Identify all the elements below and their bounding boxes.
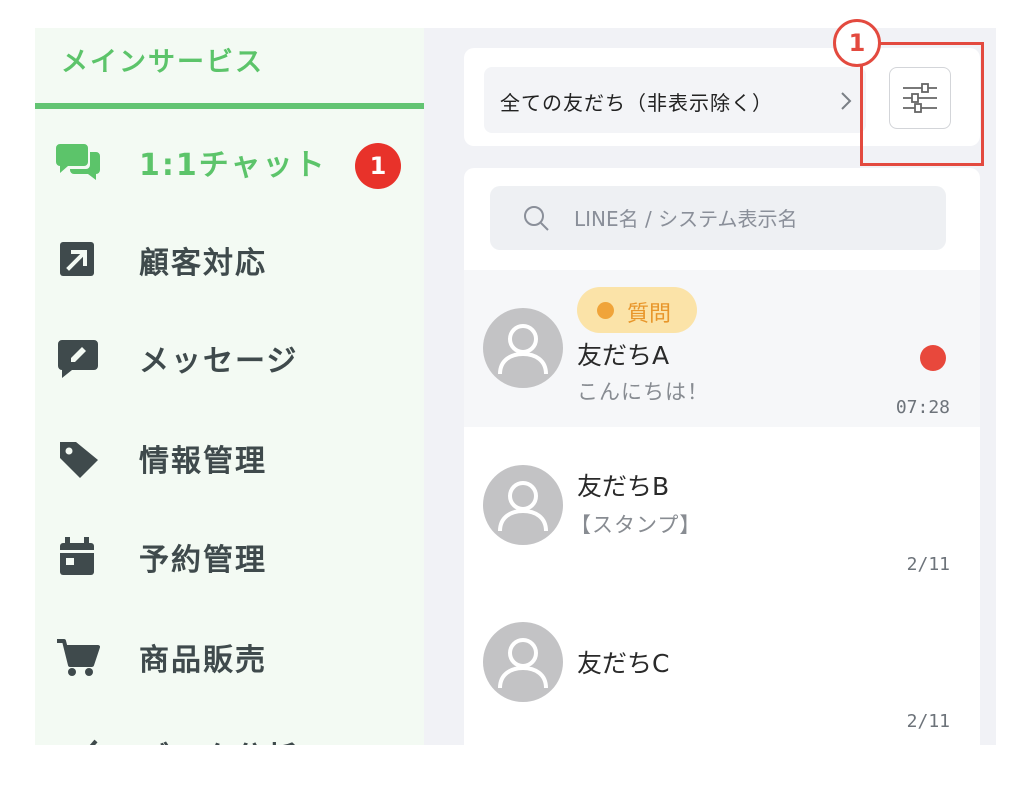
search-box	[490, 186, 946, 250]
sidebar-item-label: 1:1チャット	[139, 148, 327, 183]
chevron-right-icon	[836, 89, 856, 113]
sidebar-item-customer-support[interactable]: 顧客対応	[35, 228, 424, 288]
sidebar-item-label: データ分析	[139, 733, 299, 745]
sidebar-item-chat[interactable]: 1:1チャット 1	[35, 130, 424, 190]
chat-name: 友だちA	[577, 341, 670, 370]
chat-name: 友だちC	[577, 649, 670, 678]
sidebar-title-underline	[35, 103, 424, 109]
sidebar-item-label: 予約管理	[139, 543, 267, 578]
chat-bubbles-icon	[56, 142, 100, 182]
avatar	[483, 308, 563, 388]
sidebar-item-label: 情報管理	[139, 444, 267, 479]
sidebar-item-label: 商品販売	[139, 643, 267, 678]
sidebar-item-data-analysis[interactable]: データ分析	[35, 723, 424, 745]
highlight-box	[860, 42, 984, 166]
arrow-up-right-icon	[56, 240, 100, 280]
search-icon	[524, 206, 549, 231]
sidebar-item-label: 顧客対応	[139, 246, 267, 281]
chat-row[interactable]: 質問 友だちA こんにちは！ 07:28	[464, 270, 980, 427]
chat-preview: こんにちは！	[577, 380, 709, 404]
chat-time: 07:28	[895, 397, 950, 418]
calendar-icon	[56, 537, 100, 577]
chat-row[interactable]: 友だちC 2/11	[464, 584, 980, 741]
chat-list: 質問 友だちA こんにちは！ 07:28 友だちB 【スタンプ】 2/11	[464, 168, 980, 745]
chart-icon	[56, 735, 100, 745]
avatar	[483, 622, 563, 702]
chat-name: 友だちB	[577, 472, 670, 501]
sidebar-item-reservation[interactable]: 予約管理	[35, 525, 424, 585]
avatar	[483, 465, 563, 545]
message-edit-icon	[56, 338, 100, 378]
status-tag: 質問	[577, 287, 697, 333]
cart-icon	[56, 637, 100, 677]
unread-count-badge: 1	[355, 143, 401, 189]
search-input[interactable]	[572, 200, 936, 238]
chat-time: 2/11	[906, 554, 950, 575]
tag-icon	[56, 438, 100, 478]
chat-row[interactable]: 友だちB 【スタンプ】 2/11	[464, 427, 980, 584]
tag-label: 質問	[627, 302, 672, 327]
sidebar-item-message[interactable]: メッセージ	[35, 326, 424, 386]
chat-preview: 【スタンプ】	[570, 513, 702, 537]
friend-filter-label: 全ての友だち（非表示除く）	[500, 91, 773, 115]
chat-time: 2/11	[906, 711, 950, 732]
unread-dot	[920, 345, 946, 371]
sidebar-item-label: メッセージ	[139, 344, 299, 379]
sidebar-item-sales[interactable]: 商品販売	[35, 625, 424, 685]
sidebar: メインサービス 1:1チャット 1 顧客対応 メッセージ 情報管理 予約管理 商…	[35, 28, 424, 745]
step-number-badge: 1	[833, 19, 881, 67]
friend-filter-select[interactable]: 全ての友だち（非表示除く）	[484, 67, 866, 133]
tag-dot-icon	[597, 302, 614, 319]
sidebar-title: メインサービス	[61, 47, 264, 78]
sidebar-item-info-management[interactable]: 情報管理	[35, 426, 424, 486]
